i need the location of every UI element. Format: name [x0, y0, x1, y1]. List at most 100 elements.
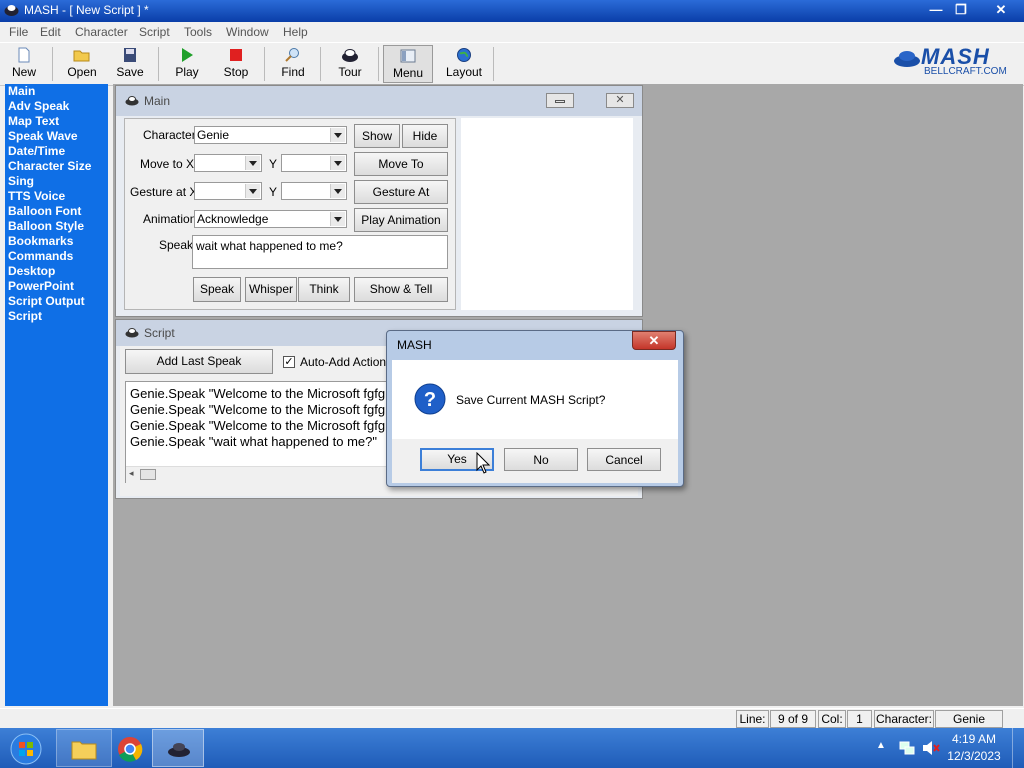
taskbar-explorer[interactable] — [56, 729, 112, 767]
stop-label: Stop — [223, 65, 249, 79]
open-button[interactable]: Open — [60, 45, 104, 83]
menu-character[interactable]: Character — [75, 25, 128, 39]
menu-tools[interactable]: Tools — [184, 25, 212, 39]
col-value: 1 — [847, 710, 872, 728]
menu-script[interactable]: Script — [139, 25, 170, 39]
tray-expand-icon[interactable]: ▲ — [876, 740, 886, 751]
move-to-button[interactable]: Move To — [354, 152, 448, 176]
app-icon — [4, 5, 19, 16]
nav-item-character-size[interactable]: Character Size — [5, 159, 108, 174]
menu-window[interactable]: Window — [226, 25, 269, 39]
no-button[interactable]: No — [504, 448, 578, 471]
show-button[interactable]: Show — [354, 124, 400, 148]
play-animation-button[interactable]: Play Animation — [354, 208, 448, 232]
dropdown-arrow-icon — [330, 128, 345, 142]
menu-file[interactable]: File — [9, 25, 28, 39]
dropdown-arrow-icon — [330, 184, 345, 198]
speak-button[interactable]: Speak — [193, 277, 241, 302]
nav-item-map-text[interactable]: Map Text — [5, 114, 108, 129]
toolbar-separator — [158, 47, 159, 81]
main-close-button[interactable]: ✕ — [606, 93, 634, 108]
move-y-select[interactable] — [281, 154, 347, 172]
clock-date[interactable]: 12/3/2023 — [944, 749, 1004, 763]
nav-item-bookmarks[interactable]: Bookmarks — [5, 234, 108, 249]
nav-item-desktop[interactable]: Desktop — [5, 264, 108, 279]
script-line: Genie.Speak "Welcome to the Microsoft fg… — [130, 386, 386, 401]
move-x-select[interactable] — [194, 154, 262, 172]
stop-button[interactable]: Stop — [214, 45, 258, 83]
hide-button[interactable]: Hide — [402, 124, 448, 148]
character-status-label: Character: — [874, 710, 934, 728]
character-label: Character — [143, 128, 196, 142]
play-button[interactable]: Play — [166, 45, 208, 83]
restore-button[interactable]: ❐ — [945, 1, 977, 20]
gesture-x-select[interactable] — [194, 182, 262, 200]
show-and-tell-button[interactable]: Show & Tell — [354, 277, 448, 302]
character-value: Genie — [197, 128, 230, 142]
nav-item-tts-voice[interactable]: TTS Voice — [5, 189, 108, 204]
menu-toggle-button[interactable]: Menu — [383, 45, 433, 83]
gesture-y-select[interactable] — [281, 182, 347, 200]
mouse-cursor-icon — [476, 452, 490, 474]
animation-select[interactable]: Acknowledge — [194, 210, 347, 228]
toolbar-separator — [493, 47, 494, 81]
dialog-title: MASH — [397, 338, 432, 352]
find-label: Find — [281, 65, 305, 79]
dialog-close-button[interactable]: ✕ — [632, 331, 676, 350]
nav-item-adv-speak[interactable]: Adv Speak — [5, 99, 108, 114]
layout-label: Layout — [445, 65, 483, 79]
network-icon[interactable] — [899, 740, 915, 756]
nav-item-main[interactable]: Main — [5, 84, 108, 99]
gesture-at-button[interactable]: Gesture At — [354, 180, 448, 204]
close-button[interactable]: ✕ — [985, 1, 1017, 20]
genie-icon — [125, 328, 139, 338]
auto-add-checkbox[interactable]: ✓ — [283, 356, 295, 368]
nav-item-powerpoint[interactable]: PowerPoint — [5, 279, 108, 294]
nav-item-speak-wave[interactable]: Speak Wave — [5, 129, 108, 144]
cancel-button[interactable]: Cancel — [587, 448, 661, 471]
folder-icon — [71, 741, 97, 760]
scrollbar-thumb[interactable] — [140, 469, 156, 480]
animation-label: Animation — [143, 212, 197, 226]
nav-item-commands[interactable]: Commands — [5, 249, 108, 264]
menu-edit[interactable]: Edit — [40, 25, 61, 39]
layout-button[interactable]: Layout — [440, 45, 488, 83]
open-label: Open — [67, 65, 97, 79]
speak-input[interactable]: wait what happened to me? — [192, 235, 448, 269]
start-button[interactable] — [2, 729, 50, 767]
nav-item-script[interactable]: Script — [5, 309, 108, 324]
nav-item-date-time[interactable]: Date/Time — [5, 144, 108, 159]
main-minimize-button[interactable] — [546, 93, 574, 108]
volume-muted-icon[interactable] — [922, 740, 940, 756]
script-line: Genie.Speak "wait what happened to me?" — [130, 434, 377, 449]
toolbar: New Open Save Play Stop Find Tour Menu L… — [0, 42, 1024, 86]
menu-help[interactable]: Help — [283, 25, 308, 39]
play-icon — [182, 48, 193, 62]
clock-time[interactable]: 4:19 AM — [944, 732, 1004, 746]
nav-item-balloon-style[interactable]: Balloon Style — [5, 219, 108, 234]
nav-item-sing[interactable]: Sing — [5, 174, 108, 189]
tour-button[interactable]: Tour — [328, 45, 372, 83]
save-disk-icon — [124, 48, 136, 62]
show-desktop-button[interactable] — [1012, 728, 1024, 768]
line-label: Line: — [736, 710, 769, 728]
whisper-button[interactable]: Whisper — [245, 277, 297, 302]
nav-item-script-output[interactable]: Script Output — [5, 294, 108, 309]
add-last-speak-button[interactable]: Add Last Speak — [125, 349, 273, 374]
save-button[interactable]: Save — [110, 45, 150, 83]
stop-icon — [230, 49, 242, 61]
new-button[interactable]: New — [4, 45, 44, 83]
new-label: New — [11, 65, 36, 79]
nav-item-balloon-font[interactable]: Balloon Font — [5, 204, 108, 219]
dropdown-arrow-icon — [330, 156, 345, 170]
think-button[interactable]: Think — [298, 277, 350, 302]
character-select[interactable]: Genie — [194, 126, 347, 144]
mash-logo: MASH BELLCRAFT.COM — [893, 44, 1023, 82]
menu-icon — [400, 49, 416, 63]
taskbar-chrome[interactable] — [105, 729, 155, 767]
taskbar-mash[interactable] — [152, 729, 204, 767]
character-status-value: Genie — [935, 710, 1003, 728]
scroll-left-icon[interactable]: ◂ — [129, 468, 134, 479]
find-button[interactable]: Find — [272, 45, 314, 83]
save-label: Save — [116, 65, 144, 79]
